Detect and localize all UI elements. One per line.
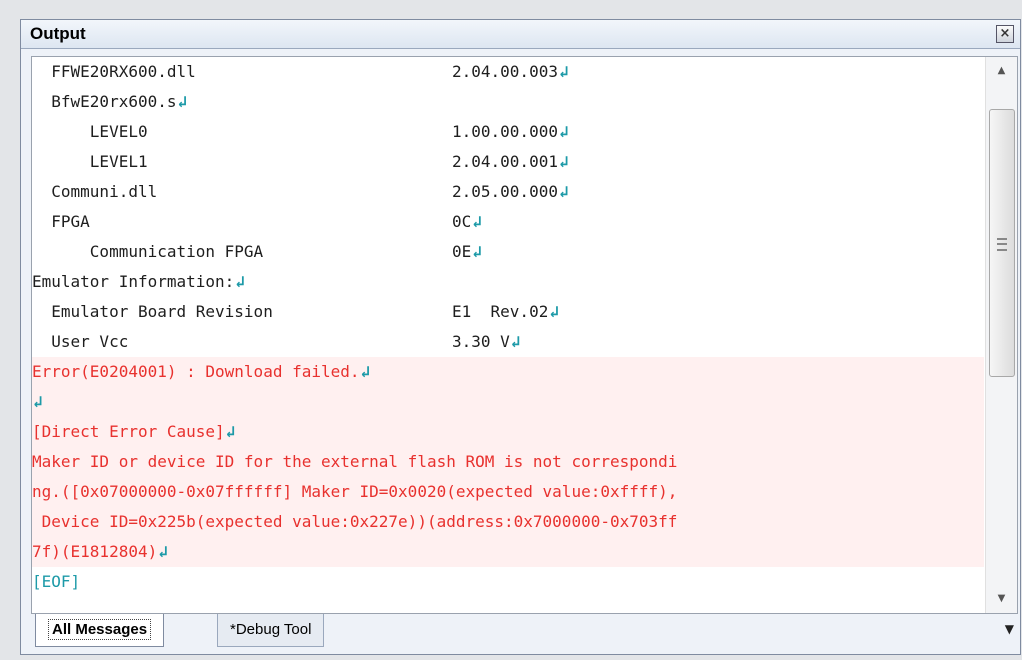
line-break-icon: ↲ — [225, 422, 236, 441]
line-break-icon: ↲ — [33, 392, 43, 411]
line-value: E1 Rev.02↲ — [452, 297, 559, 327]
output-line: [EOF] — [32, 567, 984, 597]
output-line: FFWE20RX600.dll 2.04.00.003↲ — [32, 57, 984, 87]
output-line: LEVEL1 2.04.00.001↲ — [32, 147, 984, 177]
line-break-icon: ↲ — [158, 542, 168, 561]
output-panel: Output × FFWE20RX600.dll 2.04.00.003↲ Bfw… — [20, 19, 1021, 655]
line-text: BfwE20rx600.s↲ — [32, 87, 187, 117]
output-line: [Direct Error Cause]↲ — [32, 417, 984, 447]
output-line: Communication FPGA 0E↲ — [32, 237, 984, 267]
output-line: ↲ — [32, 387, 984, 417]
scroll-up-icon[interactable]: ▲ — [986, 60, 1017, 82]
output-line: 7f)(E1812804)↲ — [32, 537, 984, 567]
line-break-icon: ↲ — [472, 242, 482, 261]
line-break-icon: ↲ — [235, 272, 245, 291]
scroll-thumb[interactable] — [989, 109, 1015, 377]
line-text: LEVEL0 — [32, 122, 148, 141]
line-text: Maker ID or device ID for the external f… — [32, 452, 678, 471]
line-break-icon: ↲ — [360, 362, 371, 381]
line-value: 0C↲ — [452, 207, 482, 237]
line-text: FFWE20RX600.dll — [32, 62, 196, 81]
line-value: 0E↲ — [452, 237, 482, 267]
vertical-scrollbar[interactable]: ▲ ▼ — [985, 57, 1017, 613]
line-text: User Vcc — [32, 332, 129, 351]
line-text: 7f)(E1812804)↲ — [32, 537, 168, 567]
line-text: Communication FPGA — [32, 242, 264, 261]
tab-strip: All Messages *Debug Tool ▼ — [21, 614, 1020, 654]
line-text: Device ID=0x225b(expected value:0x227e))… — [32, 512, 678, 531]
line-text: Emulator Board Revision — [32, 302, 273, 321]
close-icon[interactable]: × — [996, 25, 1014, 43]
line-text: [EOF] — [32, 572, 81, 591]
panel-titlebar: Output × — [21, 20, 1020, 49]
panel-title: Output — [30, 24, 86, 43]
output-line: ng.([0x07000000-0x07ffffff] Maker ID=0x0… — [32, 477, 984, 507]
tab-label: All Messages — [48, 619, 152, 640]
output-line: Error(E0204001) : Download failed.↲ — [32, 357, 984, 387]
output-text-area[interactable]: FFWE20RX600.dll 2.04.00.003↲ BfwE20rx600.… — [31, 56, 1018, 614]
line-value: 2.04.00.001↲ — [452, 147, 569, 177]
line-value: 1.00.00.000↲ — [452, 117, 569, 147]
output-line: FPGA 0C↲ — [32, 207, 984, 237]
line-break-icon: ↲ — [177, 92, 188, 111]
line-text: ng.([0x07000000-0x07ffffff] Maker ID=0x0… — [32, 482, 678, 501]
output-line: Emulator Information:↲ — [32, 267, 984, 297]
output-line: User Vcc 3.30 V↲ — [32, 327, 984, 357]
line-break-icon: ↲ — [472, 212, 482, 231]
line-value: 2.04.00.003↲ — [452, 57, 569, 87]
line-text: ↲ — [32, 387, 43, 417]
line-break-icon: ↲ — [558, 122, 569, 141]
line-text: FPGA — [32, 212, 90, 231]
dropdown-arrow-icon[interactable]: ▼ — [1005, 622, 1014, 636]
output-lines: FFWE20RX600.dll 2.04.00.003↲ BfwE20rx600.… — [32, 57, 984, 597]
line-break-icon: ↲ — [558, 182, 569, 201]
line-value: 3.30 V↲ — [452, 327, 520, 357]
line-break-icon: ↲ — [510, 332, 521, 351]
line-break-icon: ↲ — [558, 62, 569, 81]
line-text: [Direct Error Cause]↲ — [32, 417, 235, 447]
grip-icon — [997, 238, 1007, 251]
tab-label: *Debug Tool — [230, 621, 312, 638]
line-break-icon: ↲ — [558, 152, 569, 171]
output-line: Communi.dll 2.05.00.000↲ — [32, 177, 984, 207]
line-text: LEVEL1 — [32, 152, 148, 171]
line-value: 2.05.00.000↲ — [452, 177, 569, 207]
output-line: BfwE20rx600.s↲ — [32, 87, 984, 117]
output-line: LEVEL0 1.00.00.000↲ — [32, 117, 984, 147]
output-line: Emulator Board Revision E1 Rev.02↲ — [32, 297, 984, 327]
line-text: Error(E0204001) : Download failed.↲ — [32, 357, 370, 387]
output-line: Device ID=0x225b(expected value:0x227e))… — [32, 507, 984, 537]
tab-all-messages[interactable]: All Messages — [35, 614, 165, 647]
scroll-down-icon[interactable]: ▼ — [986, 588, 1017, 610]
line-text: Emulator Information:↲ — [32, 267, 245, 297]
output-line: Maker ID or device ID for the external f… — [32, 447, 984, 477]
line-text: Communi.dll — [32, 182, 158, 201]
tab-debug-tool[interactable]: *Debug Tool — [217, 614, 325, 647]
line-break-icon: ↲ — [549, 302, 559, 321]
